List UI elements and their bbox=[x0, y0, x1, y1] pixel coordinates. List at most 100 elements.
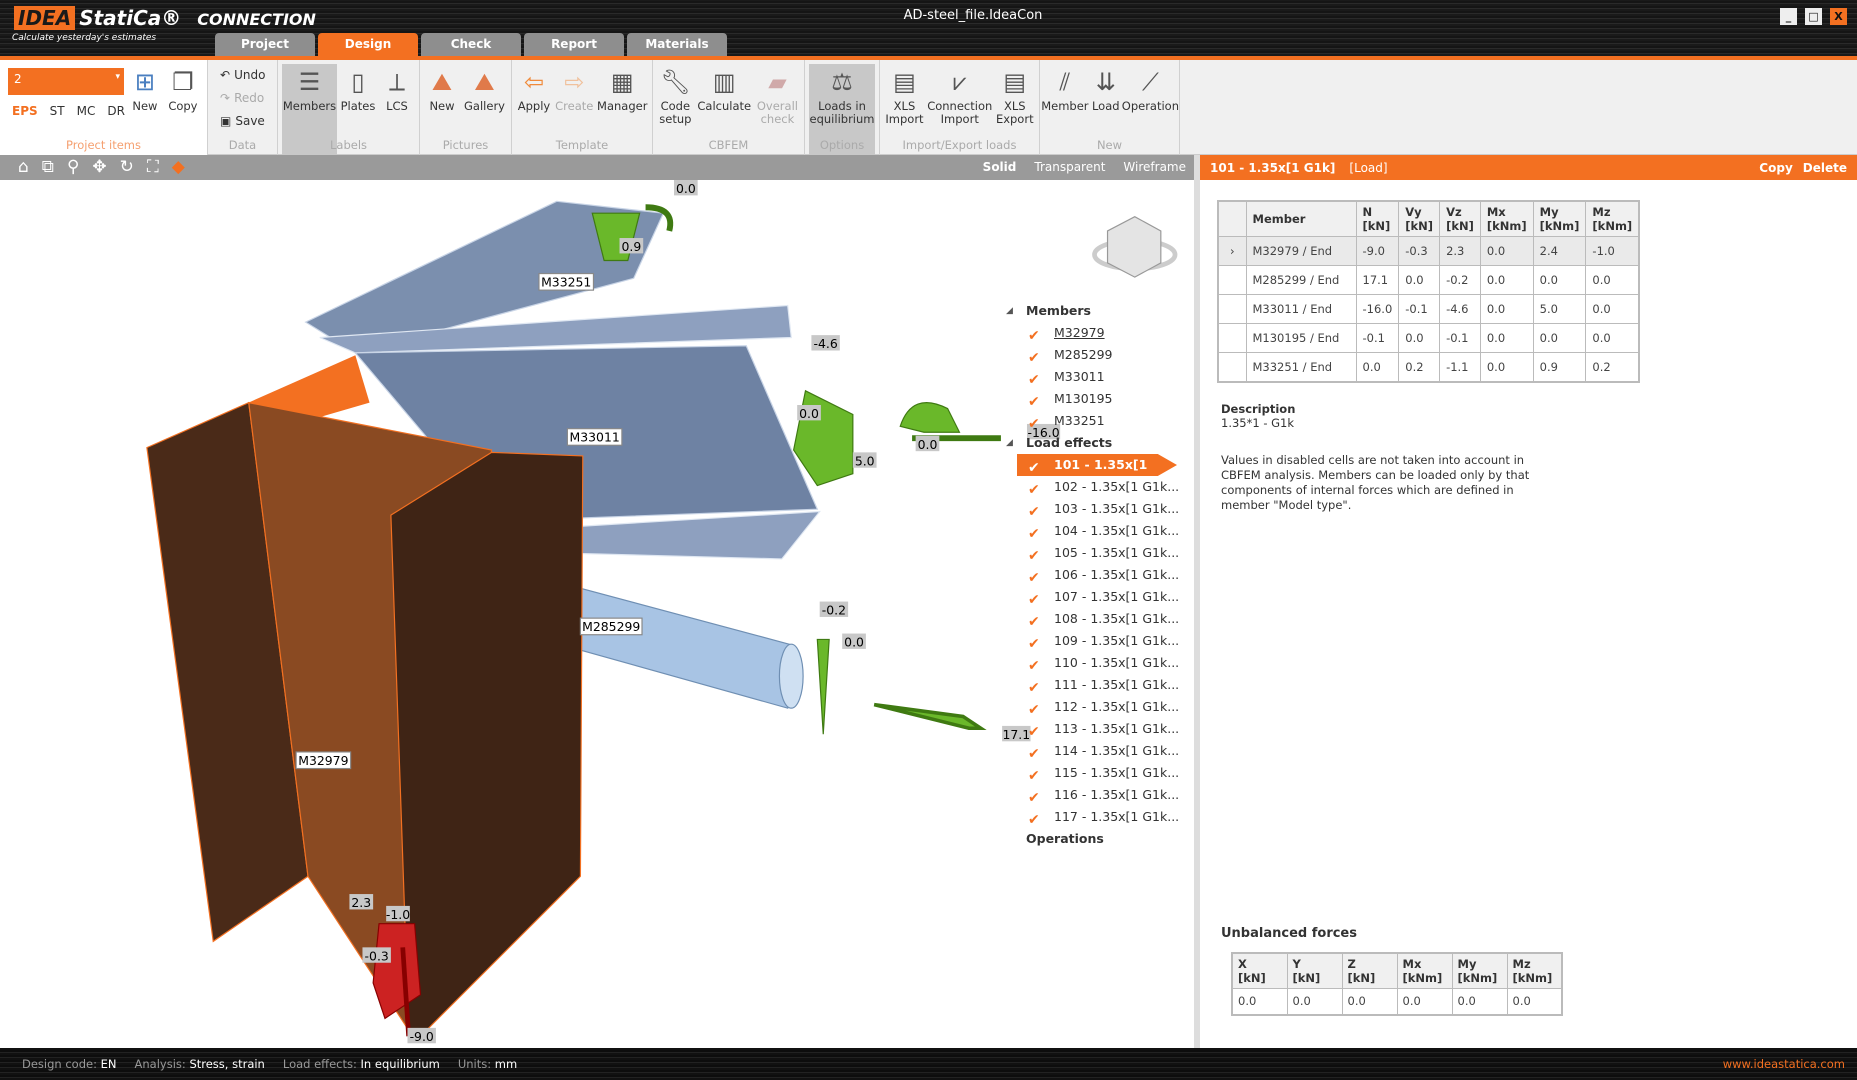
fullscreen-icon[interactable]: ⛶ bbox=[147, 157, 159, 177]
tab-report[interactable]: Report bbox=[524, 33, 624, 56]
table-cell[interactable]: M32979 / End bbox=[1245, 236, 1357, 266]
load-effect-item[interactable]: ✔ 108 - 1.35x[1 G1k... bbox=[1006, 608, 1196, 630]
collapse-icon[interactable]: ◢ bbox=[1006, 300, 1013, 322]
member-item[interactable]: ✔ M32979 bbox=[1006, 322, 1196, 344]
table-cell[interactable]: -9.0 bbox=[1355, 236, 1400, 266]
collapse-icon[interactable]: ◢ bbox=[1006, 432, 1013, 454]
save-button[interactable]: ▣ Save bbox=[220, 110, 273, 131]
subtab-eps[interactable]: EPS bbox=[12, 104, 38, 118]
load-effects-header[interactable]: ◢ Load effects bbox=[1006, 432, 1196, 454]
close-button[interactable]: X bbox=[1830, 8, 1847, 25]
table-row[interactable]: M33011 / End -16.0 -0.1 -4.6 0.0 5.0 0.0 bbox=[1217, 294, 1640, 324]
table-cell[interactable]: 0.2 bbox=[1585, 352, 1640, 382]
column-header: N [kN] bbox=[1355, 200, 1400, 237]
view-cube[interactable] bbox=[1092, 216, 1178, 278]
table-row[interactable]: M285299 / End 17.1 0.0 -0.2 0.0 0.0 0.0 bbox=[1217, 265, 1640, 295]
load-effect-item[interactable]: ✔ 115 - 1.35x[1 G1k... bbox=[1006, 762, 1196, 784]
load-effect-item[interactable]: ✔ 114 - 1.35x[1 G1k... bbox=[1006, 740, 1196, 762]
table-cell[interactable]: -0.1 bbox=[1398, 294, 1441, 324]
table-cell[interactable]: 2.4 bbox=[1532, 236, 1587, 266]
tab-design[interactable]: Design bbox=[318, 33, 418, 56]
zoom-window-icon[interactable]: ⧉ bbox=[42, 157, 54, 177]
undo-button[interactable]: ↶ Undo bbox=[220, 64, 273, 85]
subtab-dr[interactable]: DR bbox=[107, 104, 125, 118]
tab-project[interactable]: Project bbox=[215, 33, 315, 56]
table-row[interactable]: › M32979 / End -9.0 -0.3 2.3 0.0 2.4 -1.0 bbox=[1217, 236, 1640, 266]
members-header[interactable]: ◢ Members bbox=[1006, 300, 1196, 322]
load-effect-item[interactable]: ✔ 109 - 1.35x[1 G1k... bbox=[1006, 630, 1196, 652]
zoom-icon[interactable]: ⚲ bbox=[67, 157, 79, 177]
table-cell[interactable]: M33011 / End bbox=[1245, 294, 1357, 324]
subtab-st[interactable]: ST bbox=[50, 104, 65, 118]
operations-header[interactable]: Operations bbox=[1006, 828, 1196, 850]
table-row[interactable]: M130195 / End -0.1 0.0 -0.1 0.0 0.0 0.0 bbox=[1217, 323, 1640, 353]
tab-materials[interactable]: Materials bbox=[627, 33, 727, 56]
view-transparent[interactable]: Transparent bbox=[1034, 160, 1105, 174]
tab-check[interactable]: Check bbox=[421, 33, 521, 56]
load-effect-item[interactable]: ✔ 107 - 1.35x[1 G1k... bbox=[1006, 586, 1196, 608]
copy-button[interactable]: Copy bbox=[1759, 161, 1792, 175]
load-effect-item[interactable]: ✔ 106 - 1.35x[1 G1k... bbox=[1006, 564, 1196, 586]
tube-end bbox=[778, 643, 804, 709]
load-effect-item[interactable]: ✔ 111 - 1.35x[1 G1k... bbox=[1006, 674, 1196, 696]
table-cell[interactable]: 0.0 bbox=[1585, 323, 1640, 353]
load-effect-item[interactable]: ✔ 105 - 1.35x[1 G1k... bbox=[1006, 542, 1196, 564]
member-item[interactable]: ✔ M130195 bbox=[1006, 388, 1196, 410]
table-cell[interactable]: 0.0 bbox=[1398, 323, 1441, 353]
subtab-mc[interactable]: MC bbox=[77, 104, 96, 118]
view-wireframe[interactable]: Wireframe bbox=[1123, 160, 1186, 174]
solid-box-icon[interactable]: ◆ bbox=[172, 157, 185, 177]
3d-viewport[interactable]: M33251 M33011 M285299 M32979 0.0 0.9 -4.… bbox=[0, 180, 1194, 1048]
load-effect-item[interactable]: ✔ 101 - 1.35x[1 G1k] bbox=[1017, 454, 1177, 476]
pan-icon[interactable]: ✥ bbox=[92, 157, 106, 177]
load-effect-item[interactable]: ✔ 110 - 1.35x[1 G1k... bbox=[1006, 652, 1196, 674]
table-cell[interactable]: 0.0 bbox=[1479, 323, 1534, 353]
table-cell[interactable]: -4.6 bbox=[1439, 294, 1481, 324]
table-cell[interactable]: 0.0 bbox=[1479, 352, 1534, 382]
redo-button[interactable]: ↷ Redo bbox=[220, 87, 273, 108]
rotate-icon[interactable]: ↻ bbox=[120, 157, 134, 177]
minimize-button[interactable]: _ bbox=[1780, 8, 1797, 25]
table-cell[interactable]: -1.0 bbox=[1585, 236, 1640, 266]
table-cell[interactable]: -0.2 bbox=[1439, 265, 1481, 295]
table-cell[interactable]: 0.0 bbox=[1398, 265, 1441, 295]
table-cell[interactable]: 0.2 bbox=[1398, 352, 1441, 382]
table-row[interactable]: M33251 / End 0.0 0.2 -1.1 0.0 0.9 0.2 bbox=[1217, 352, 1640, 382]
table-cell[interactable]: 2.3 bbox=[1439, 236, 1481, 266]
table-cell[interactable]: 5.0 bbox=[1532, 294, 1587, 324]
delete-button[interactable]: Delete bbox=[1803, 161, 1847, 175]
table-cell[interactable]: -16.0 bbox=[1355, 294, 1400, 324]
table-cell[interactable]: 17.1 bbox=[1355, 265, 1400, 295]
project-item-combo[interactable]: 2 bbox=[8, 68, 124, 95]
website-link[interactable]: www.ideastatica.com bbox=[1723, 1057, 1845, 1071]
load-effect-item[interactable]: ✔ 112 - 1.35x[1 G1k... bbox=[1006, 696, 1196, 718]
member-item[interactable]: ✔ M33251 bbox=[1006, 410, 1196, 432]
table-cell[interactable]: 0.0 bbox=[1479, 294, 1534, 324]
table-cell[interactable]: M285299 / End bbox=[1245, 265, 1357, 295]
table-cell[interactable]: 0.0 bbox=[1479, 265, 1534, 295]
table-cell[interactable]: 0.0 bbox=[1585, 294, 1640, 324]
table-cell[interactable]: 0.0 bbox=[1355, 352, 1400, 382]
load-effect-item[interactable]: ✔ 104 - 1.35x[1 G1k... bbox=[1006, 520, 1196, 542]
view-solid[interactable]: Solid bbox=[983, 160, 1017, 174]
table-cell[interactable]: 0.0 bbox=[1532, 265, 1587, 295]
table-cell[interactable]: M33251 / End bbox=[1245, 352, 1357, 382]
table-cell[interactable]: -0.1 bbox=[1355, 323, 1400, 353]
table-cell[interactable]: 0.9 bbox=[1532, 352, 1587, 382]
member-item[interactable]: ✔ M285299 bbox=[1006, 344, 1196, 366]
load-effect-item[interactable]: ✔ 102 - 1.35x[1 G1k... bbox=[1006, 476, 1196, 498]
home-icon[interactable]: ⌂ bbox=[18, 157, 29, 177]
table-cell[interactable]: 0.0 bbox=[1585, 265, 1640, 295]
table-cell[interactable]: 0.0 bbox=[1532, 323, 1587, 353]
load-effect-item[interactable]: ✔ 103 - 1.35x[1 G1k... bbox=[1006, 498, 1196, 520]
maximize-button[interactable]: □ bbox=[1805, 8, 1822, 25]
load-effect-item[interactable]: ✔ 117 - 1.35x[1 G1k... bbox=[1006, 806, 1196, 828]
load-effect-item[interactable]: ✔ 113 - 1.35x[1 G1k... bbox=[1006, 718, 1196, 740]
table-cell[interactable]: M130195 / End bbox=[1245, 323, 1357, 353]
table-cell[interactable]: -0.3 bbox=[1398, 236, 1441, 266]
member-item[interactable]: ✔ M33011 bbox=[1006, 366, 1196, 388]
table-cell[interactable]: -1.1 bbox=[1439, 352, 1481, 382]
table-cell[interactable]: -0.1 bbox=[1439, 323, 1481, 353]
load-effect-item[interactable]: ✔ 116 - 1.35x[1 G1k... bbox=[1006, 784, 1196, 806]
table-cell[interactable]: 0.0 bbox=[1479, 236, 1534, 266]
